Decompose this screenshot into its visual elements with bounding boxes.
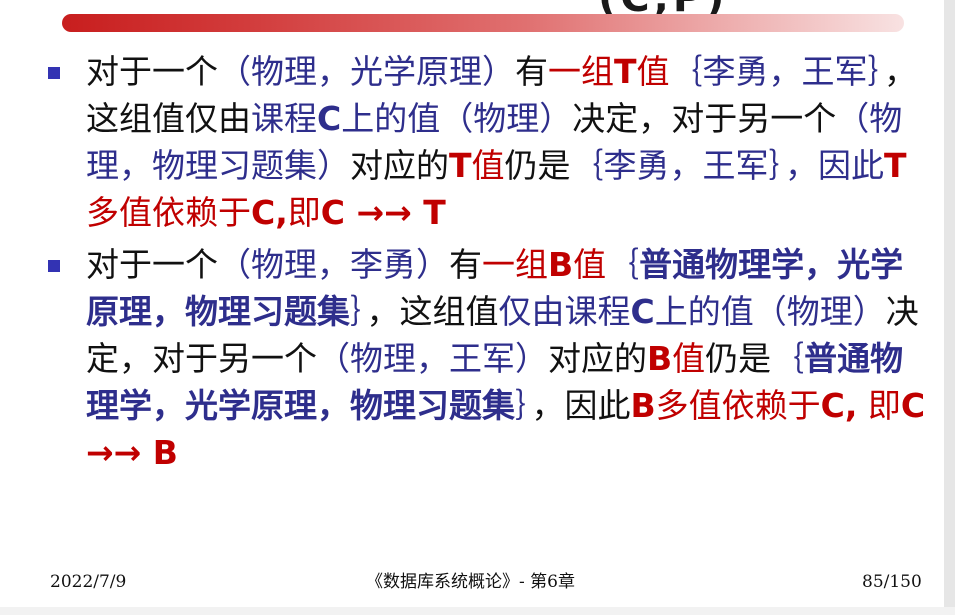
bullet-text: 对于一个（物理，李勇）有一组B值｛普通物理学，光学原理，物理习题集｝，这组值仅由… [86,241,928,476]
text-segment: 上的值（物理） [654,292,886,331]
text-segment: ｛李勇，王军｝，因此 [570,146,885,185]
text-segment: ｝ [515,386,532,425]
text-segment: 对于一个 [86,245,218,284]
text-segment: 值 [573,245,607,284]
text-segment: ｛李勇，王军｝ [669,52,885,91]
text-segment: ｛ [771,339,805,378]
text-segment: 一组 [482,245,548,284]
footer-page-number: 85/150 [862,572,922,592]
text-segment: 仍是 [504,146,571,185]
text-segment: 值 [471,146,505,185]
title-underline-bar [62,14,904,32]
text-segment: 仍是 [705,339,772,378]
bullet-text: 对于一个（物理，光学原理）有一组T值｛李勇，王军｝，这组值仅由课程C上的值（物理… [86,48,928,236]
bullet-item: 对于一个（物理，光学原理）有一组T值｛李勇，王军｝，这组值仅由课程C上的值（物理… [48,48,928,236]
bottom-edge-strip [0,607,955,615]
text-segment: 对应的 [350,146,449,185]
text-segment: 多值依赖于 [86,193,251,232]
text-segment: 即 [857,386,901,425]
text-segment: 值 [636,52,670,91]
right-edge-strip [944,0,955,615]
text-segment: B [630,386,656,425]
slide-content: 对于一个（物理，光学原理）有一组T值｛李勇，王军｝，这组值仅由课程C上的值（物理… [48,48,928,476]
text-segment: （物理，光学原理） [218,52,515,91]
text-segment: C [630,292,655,331]
text-segment: ｛ [606,245,640,284]
footer-date: 2022/7/9 [50,572,127,592]
text-segment: ｝ [350,292,367,331]
text-segment: 课程 [251,99,317,138]
square-bullet-icon [48,67,60,79]
text-segment: C [317,99,342,138]
text-segment: （物理，李勇） [218,245,449,284]
text-segment: 即 [287,193,321,232]
text-segment: C →→ T [320,193,446,232]
text-segment: 对于一个 [86,52,218,91]
text-segment: C, [820,386,858,425]
text-segment: 仅由课程 [498,292,631,331]
text-segment: T [449,146,472,185]
text-segment: ，这组值 [366,292,499,331]
bullet-item: 对于一个（物理，李勇）有一组B值｛普通物理学，光学原理，物理习题集｝，这组值仅由… [48,241,928,476]
text-segment: 值 [672,339,706,378]
text-segment: B [548,245,574,284]
footer-course-title: 《数据库系统概论》- 第6章 [366,572,575,592]
text-segment: T [884,146,907,185]
text-segment: 多值依赖于 [655,386,821,425]
text-segment: 决定，对于另一个 [572,99,837,138]
text-segment: ，因此 [531,386,631,425]
text-segment: 有 [515,52,548,91]
text-segment: T [614,52,637,91]
text-segment: （物理，王军） [317,339,548,378]
square-bullet-icon [48,260,60,272]
text-segment: 有 [449,245,482,284]
text-segment: B [647,339,673,378]
text-segment: 上的值（物理） [341,99,573,138]
text-segment: 对应的 [548,339,647,378]
text-segment: 一组 [548,52,614,91]
text-segment: C, [251,193,288,232]
